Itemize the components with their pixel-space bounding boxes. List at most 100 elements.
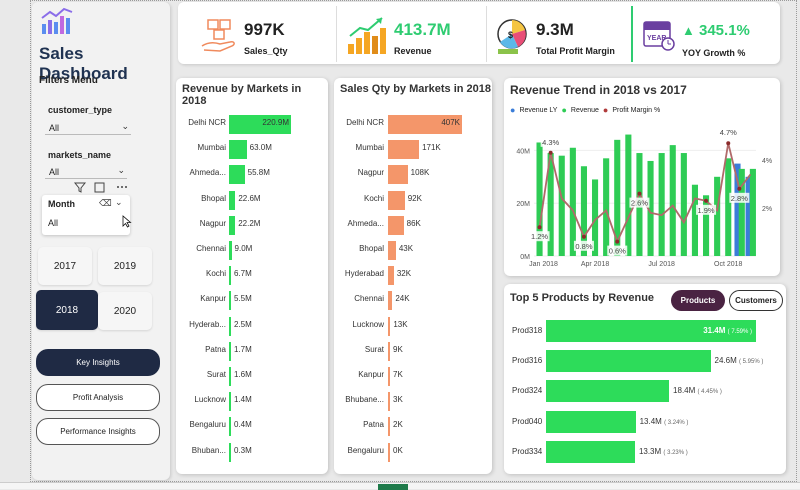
profit-margin-point [537, 225, 542, 230]
bar[interactable] [229, 316, 231, 336]
profit-margin-data-label: 1.9% [697, 206, 714, 215]
bar[interactable] [229, 341, 231, 361]
month-slicer[interactable]: Month ⌫ ⌄ All [42, 195, 132, 235]
bar[interactable] [388, 190, 405, 210]
key-insights-button[interactable]: Key Insights [36, 349, 160, 376]
profit-margin-data-label: 4.7% [720, 128, 737, 137]
profit-margin-value: 9.3M [536, 20, 574, 39]
revenue-bar[interactable] [725, 158, 732, 256]
product-value-label: 18.4M ( 4.45% ) [673, 386, 722, 396]
revenue-bar[interactable] [680, 153, 687, 256]
bar[interactable] [388, 316, 391, 336]
bar[interactable] [388, 341, 390, 361]
up-arrow-icon: ▲ [682, 23, 695, 38]
revenue-trend-panel: Revenue Trend in 2018 vs 2017 ● Revenue L… [504, 78, 780, 276]
bar[interactable] [229, 190, 236, 210]
data-label: 108K [410, 168, 430, 178]
bar[interactable] [388, 266, 394, 286]
data-label: 24K [395, 294, 410, 304]
product-bar[interactable] [546, 440, 635, 463]
revenue-by-markets-title: Revenue by Markets in 2018 [182, 83, 302, 107]
chevron-down-icon[interactable]: ⌄ [115, 197, 123, 208]
bar[interactable] [388, 241, 396, 260]
product-label: Prod316 [512, 356, 543, 366]
category-label: Delhi NCR [346, 118, 384, 127]
bar[interactable] [388, 442, 390, 462]
revenue-bar[interactable] [603, 158, 610, 256]
data-label: 92K [407, 193, 422, 203]
bar[interactable] [229, 266, 231, 286]
trend-legend: ● Revenue LY ● Revenue ● Profit Margin % [510, 105, 661, 115]
chevron-down-icon: ⌄ [121, 121, 129, 131]
product-label: Prod334 [512, 446, 543, 456]
bar[interactable] [388, 417, 390, 437]
bar[interactable] [388, 392, 390, 412]
profit-margin-point [704, 198, 709, 203]
y-tick-label: 40M [516, 148, 530, 155]
eraser-icon[interactable]: ⌫ [99, 198, 112, 209]
category-label: Patna [363, 420, 384, 430]
category-label: Hyderab... [189, 319, 226, 329]
money-growth-icon [348, 17, 386, 54]
year-button-2020[interactable]: 2020 [98, 292, 152, 330]
category-label: Chennai [354, 294, 384, 304]
markets-name-dropdown[interactable]: All ⌄ [45, 164, 127, 179]
bar[interactable] [229, 442, 231, 462]
revenue-bar[interactable] [569, 147, 576, 256]
profit-margin-data-label: 2.8% [731, 194, 748, 203]
data-label: 2.5M [234, 319, 252, 329]
revenue-bar[interactable] [749, 168, 756, 256]
svg-text:$: $ [508, 30, 513, 40]
chevron-down-icon: ⌄ [117, 165, 125, 175]
bar[interactable] [229, 392, 231, 412]
performance-insights-button[interactable]: Performance Insights [36, 418, 160, 445]
category-label: Kochi [205, 269, 226, 279]
data-label: 43K [398, 244, 414, 253]
profit-analysis-button[interactable]: Profit Analysis [36, 384, 160, 411]
product-bar[interactable] [546, 410, 636, 433]
bar[interactable] [388, 291, 393, 311]
kpi-yoy-growth: YEAR ▲ 345.1% YOY Growth % [634, 6, 778, 62]
year-button-2018[interactable]: 2018 [36, 290, 98, 330]
category-label: Patna [205, 344, 226, 354]
data-label: 1.4M [234, 395, 252, 405]
bar[interactable] [388, 165, 408, 185]
bar[interactable] [229, 417, 231, 437]
visual-header-icons [73, 182, 127, 193]
revenue-bar[interactable] [714, 176, 721, 256]
bar[interactable] [229, 241, 232, 260]
bar[interactable] [229, 140, 247, 160]
profit-margin-point [726, 141, 731, 146]
yoy-growth-label: YOY Growth % [682, 48, 746, 58]
bar[interactable] [229, 165, 245, 185]
revenue-bar[interactable] [669, 145, 676, 256]
product-bar[interactable] [546, 350, 711, 373]
revenue-bar[interactable] [691, 184, 699, 256]
year-button-2019[interactable]: 2019 [98, 247, 152, 285]
revenue-bar[interactable] [558, 155, 565, 256]
bar[interactable] [229, 215, 236, 235]
customers-toggle-button[interactable]: Customers [729, 290, 783, 311]
revenue-bar[interactable] [625, 134, 632, 256]
bar[interactable] [388, 367, 390, 386]
product-bar[interactable] [546, 380, 670, 403]
customer-type-dropdown[interactable]: All ⌄ [45, 120, 131, 135]
kpi-bar: 997K Sales_Qty 413.7M Revenue $ 9.3M Tot… [178, 2, 780, 64]
bar[interactable] [388, 215, 404, 235]
calendar-year-icon: YEAR [643, 21, 675, 51]
category-label: Mumbai [355, 143, 384, 153]
bar[interactable] [229, 291, 231, 311]
data-label: 2K [393, 420, 403, 430]
data-label: 7K [393, 370, 403, 379]
revenue-bar[interactable] [702, 195, 710, 256]
product-value-label: 13.4M ( 3.24% ) [639, 416, 689, 426]
pie-money-icon: $ [497, 19, 527, 54]
divider [336, 6, 337, 62]
year-button-2017[interactable]: 2017 [38, 247, 92, 285]
x-tick-label: Apr 2018 [581, 261, 610, 268]
revenue-bar[interactable] [658, 153, 665, 256]
products-toggle-button[interactable]: Products [671, 290, 725, 311]
y-tick-label: 0M [520, 254, 530, 261]
bar[interactable] [388, 140, 420, 160]
bar[interactable] [229, 367, 231, 386]
